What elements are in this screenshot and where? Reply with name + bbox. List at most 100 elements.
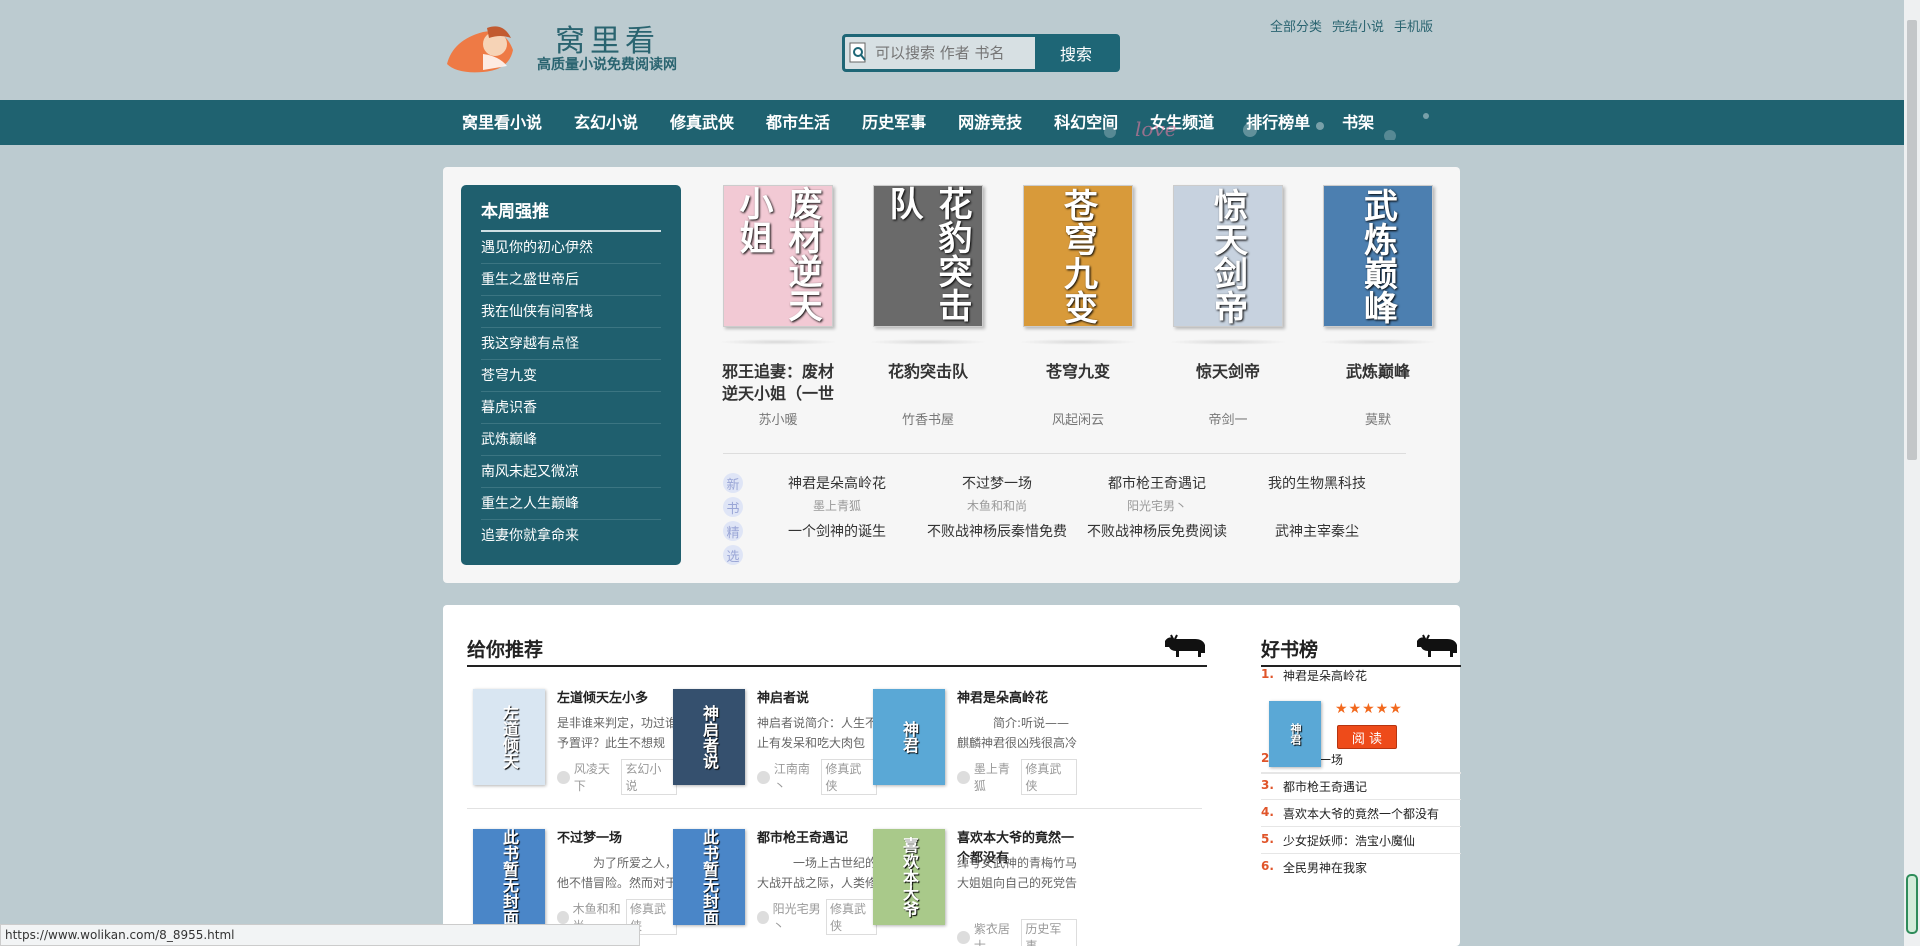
- book-cover[interactable]: 武炼巅峰: [1323, 185, 1433, 327]
- recommend-title-link[interactable]: 不过梦一场: [557, 829, 679, 849]
- new-pick-title[interactable]: 都市枪王奇遇记: [1077, 473, 1237, 493]
- new-pick-item[interactable]: 神君是朵高岭花 墨上青狐: [757, 473, 917, 514]
- weekly-pick-item[interactable]: 苍穹九变: [481, 360, 661, 392]
- ranking-item[interactable]: 5. 少女捉妖师：浩宝小魔仙: [1261, 832, 1461, 849]
- recommend-title-link[interactable]: 神启者说: [757, 689, 879, 709]
- ranking-item[interactable]: 1. 神君是朵高岭花: [1261, 667, 1461, 684]
- new-pick-title[interactable]: 我的生物黑科技: [1237, 473, 1397, 493]
- ranking-top-thumb[interactable]: 神君: [1269, 701, 1321, 767]
- recommend-author[interactable]: 风凌天下: [557, 760, 621, 794]
- new-pick-item[interactable]: 不败战神杨辰免费阅读: [1077, 521, 1237, 541]
- ranking-item[interactable]: 3. 都市枪王奇遇记: [1261, 778, 1461, 795]
- recommend-thumb[interactable]: 神君: [873, 689, 945, 785]
- recommend-item[interactable]: 此书暂无封面 都市枪王奇遇记一场上古世纪的大战开战之际，人类修炼者达阳光宅男丶修真…: [667, 821, 877, 941]
- search-input[interactable]: [873, 37, 1035, 69]
- featured-book[interactable]: 花豹突击队 花豹突击队 竹香书屋: [868, 185, 988, 428]
- recommend-thumb[interactable]: 喜欢本大爷: [873, 829, 945, 925]
- new-pick-title[interactable]: 一个剑神的诞生: [757, 521, 917, 541]
- new-pick-author[interactable]: 阳光宅男丶: [1077, 497, 1237, 514]
- new-pick-author[interactable]: 木鱼和和尚: [917, 497, 1077, 514]
- featured-book[interactable]: 苍穹九变 苍穹九变 风起闲云: [1018, 185, 1138, 428]
- scrollbar-thumb[interactable]: [1907, 20, 1917, 460]
- new-pick-title[interactable]: 不过梦一场: [917, 473, 1077, 493]
- weekly-pick-item[interactable]: 武炼巅峰: [481, 424, 661, 456]
- new-pick-author[interactable]: 墨上青狐: [757, 497, 917, 514]
- nav-item-wangyou[interactable]: 网游竞技: [942, 100, 1038, 145]
- recommend-item[interactable]: 神启者说神启者说神启者说简介：人生不止有发呆和吃大肉包子，还有修江南南丶修真武侠: [667, 681, 877, 801]
- recommend-title-link[interactable]: 都市枪王奇遇记: [757, 829, 879, 849]
- link-all-categories[interactable]: 全部分类: [1270, 16, 1322, 35]
- weekly-pick-item[interactable]: 重生之盛世帝后: [481, 264, 661, 296]
- new-pick-item[interactable]: 我的生物黑科技: [1237, 473, 1397, 514]
- search-button[interactable]: 搜索: [1035, 37, 1117, 69]
- new-pick-item[interactable]: 都市枪王奇遇记 阳光宅男丶: [1077, 473, 1237, 514]
- nav-item-xuanhuan[interactable]: 玄幻小说: [558, 100, 654, 145]
- category-tag[interactable]: 历史军事: [1021, 919, 1077, 946]
- new-pick-item[interactable]: 不败战神杨辰秦惜免费: [917, 521, 1077, 541]
- floating-widget[interactable]: [1906, 874, 1918, 934]
- recommend-thumb[interactable]: 此书暂无封面: [473, 829, 545, 925]
- weekly-pick-item[interactable]: 重生之人生巅峰: [481, 488, 661, 520]
- rank-title[interactable]: 神君是朵高岭花: [1283, 667, 1367, 684]
- recommend-title-link[interactable]: 神君是朵高岭花: [957, 689, 1079, 709]
- book-title[interactable]: 邪王追妻：废材逆天小姐（一世: [718, 361, 838, 405]
- book-title[interactable]: 花豹突击队: [868, 361, 988, 405]
- featured-book[interactable]: 废材逆天小姐邪王追妻：废材逆天小姐（一世苏小暖: [718, 185, 838, 428]
- book-author[interactable]: 帝剑一: [1208, 409, 1247, 428]
- book-title[interactable]: 惊天剑帝: [1168, 361, 1288, 405]
- rank-title[interactable]: 全民男神在我家: [1283, 859, 1367, 876]
- recommend-item[interactable]: 喜欢本大爷喜欢本大爷的竟然一个都没有绰号女武神的青梅竹马大姐姐向自己的死党告白了…: [867, 821, 1077, 946]
- site-logo[interactable]: 窝里看 高质量小说免费阅读网: [443, 16, 693, 76]
- weekly-pick-item[interactable]: 我在仙侠有间客栈: [481, 296, 661, 328]
- nav-item-home[interactable]: 窝里看小说: [446, 100, 558, 145]
- rank-title[interactable]: 喜欢本大爷的竟然一个都没有: [1283, 805, 1439, 822]
- recommend-author[interactable]: 阳光宅男丶: [757, 900, 826, 934]
- weekly-pick-item[interactable]: 遇见你的初心伊然: [481, 232, 661, 264]
- category-tag[interactable]: 修真武侠: [1021, 759, 1077, 795]
- new-pick-item[interactable]: 武神主宰秦尘: [1237, 521, 1397, 541]
- link-completed-novels[interactable]: 完结小说: [1332, 16, 1384, 35]
- recommend-thumb[interactable]: 左道倾天: [473, 689, 545, 785]
- nav-item-dushi[interactable]: 都市生活: [750, 100, 846, 145]
- book-cover[interactable]: 惊天剑帝: [1173, 185, 1283, 327]
- link-mobile-version[interactable]: 手机版: [1394, 16, 1433, 35]
- nav-item-xiuzhen[interactable]: 修真武侠: [654, 100, 750, 145]
- book-cover[interactable]: 苍穹九变: [1023, 185, 1133, 327]
- new-pick-item[interactable]: 不过梦一场木鱼和和尚: [917, 473, 1077, 514]
- book-author[interactable]: 风起闲云: [1052, 409, 1104, 428]
- new-pick-item[interactable]: 一个剑神的诞生: [757, 521, 917, 541]
- recommend-item[interactable]: 此书暂无封面不过梦一场为了所爱之人，他不惜冒险。然而对于无辜的木鱼和和尚修真武侠: [467, 821, 677, 941]
- weekly-pick-item[interactable]: 我这穿越有点怪: [481, 328, 661, 360]
- book-author[interactable]: 莫默: [1365, 409, 1391, 428]
- rank-title[interactable]: 都市枪王奇遇记: [1283, 778, 1367, 795]
- ranking-item[interactable]: 6. 全民男神在我家: [1261, 859, 1461, 876]
- book-cover[interactable]: 花豹突击队: [873, 185, 983, 327]
- recommend-author[interactable]: 江南南丶: [757, 760, 821, 794]
- recommend-thumb[interactable]: 神启者说: [673, 689, 745, 785]
- rank-title[interactable]: 少女捉妖师：浩宝小魔仙: [1283, 832, 1415, 849]
- featured-book[interactable]: 武炼巅峰 武炼巅峰 莫默: [1318, 185, 1438, 428]
- recommend-thumb[interactable]: 此书暂无封面: [673, 829, 745, 925]
- book-cover[interactable]: 废材逆天小姐: [723, 185, 833, 327]
- book-author[interactable]: 苏小暖: [758, 409, 797, 428]
- read-button[interactable]: 阅 读: [1337, 725, 1397, 749]
- book-title[interactable]: 武炼巅峰: [1318, 361, 1438, 405]
- new-pick-title[interactable]: 不败战神杨辰秦惜免费: [917, 521, 1077, 541]
- recommend-title-link[interactable]: 左道倾天左小多: [557, 689, 679, 709]
- ranking-item[interactable]: 4. 喜欢本大爷的竟然一个都没有: [1261, 805, 1461, 822]
- book-title[interactable]: 苍穹九变: [1018, 361, 1138, 405]
- nav-item-lishi[interactable]: 历史军事: [846, 100, 942, 145]
- recommend-item[interactable]: 左道倾天 左道倾天左小多是非谁来判定，功过谁予置评？此生不想规矩，只求随风凌天下玄…: [467, 681, 677, 801]
- weekly-pick-item[interactable]: 追妻你就拿命来: [481, 520, 661, 552]
- new-pick-title[interactable]: 不败战神杨辰免费阅读: [1077, 521, 1237, 541]
- recommend-author[interactable]: 紫衣居士: [957, 920, 1021, 946]
- recommend-author[interactable]: 墨上青狐: [957, 760, 1021, 794]
- book-author[interactable]: 竹香书屋: [902, 409, 954, 428]
- new-pick-title[interactable]: 武神主宰秦尘: [1237, 521, 1397, 541]
- featured-book[interactable]: 惊天剑帝 惊天剑帝 帝剑一: [1168, 185, 1288, 428]
- scrollbar[interactable]: [1904, 0, 1920, 946]
- weekly-pick-item[interactable]: 暮虎识香: [481, 392, 661, 424]
- weekly-pick-item[interactable]: 南风未起又微凉: [481, 456, 661, 488]
- new-pick-title[interactable]: 神君是朵高岭花: [757, 473, 917, 493]
- recommend-item[interactable]: 神君 神君是朵高岭花简介:听说——麒麟神君很凶残很高冷很可怕墨上青狐修真武侠: [867, 681, 1077, 801]
